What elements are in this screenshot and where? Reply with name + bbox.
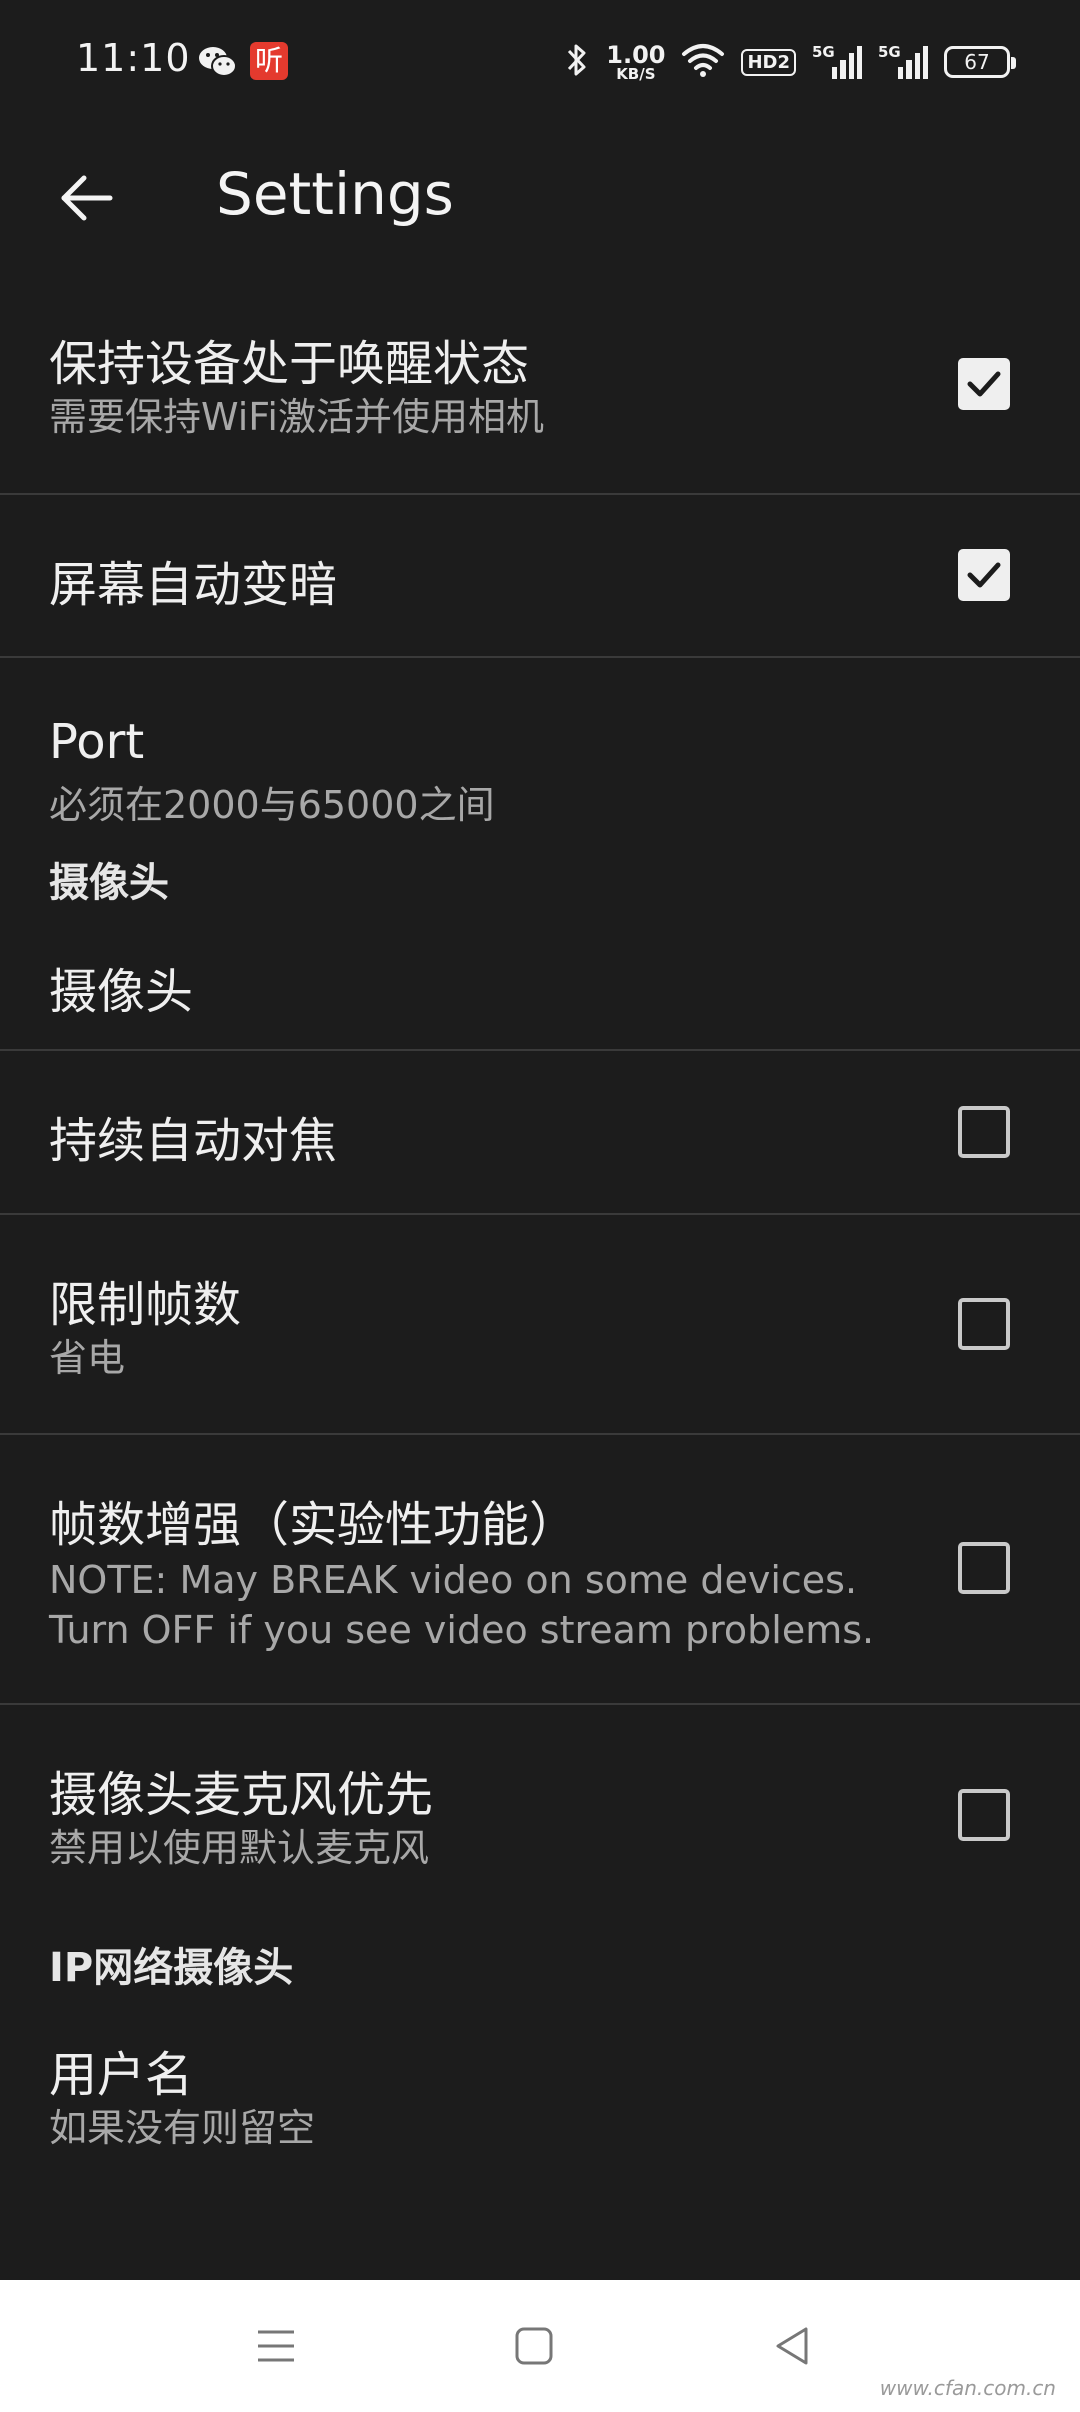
continuous-focus-checkbox[interactable] <box>958 1106 1010 1158</box>
status-bar: 11:10 听 1.00 KB/S HD2 5G 5G 67 <box>0 0 1080 122</box>
net-speed-value: 1.00 <box>606 40 666 69</box>
setting-title: 摄像头 <box>49 964 194 1020</box>
setting-summary-line1: NOTE: May BREAK video on some devices. <box>49 1558 858 1602</box>
home-square-icon <box>515 2327 553 2365</box>
setting-summary-line2: Turn OFF if you see video stream problem… <box>49 1608 875 1652</box>
setting-fps-boost[interactable]: 帧数增强（实验性功能） NOTE: May BREAK video on som… <box>0 1435 1080 1705</box>
app-bar: Settings <box>0 122 1080 274</box>
setting-limit-fps[interactable]: 限制帧数 省电 <box>0 1215 1080 1435</box>
keep-awake-checkbox[interactable] <box>958 358 1010 410</box>
setting-title: 保持设备处于唤醒状态 <box>49 336 530 392</box>
navigation-bar: www.cfan.com.cn <box>0 2280 1080 2412</box>
home-button[interactable] <box>498 2310 570 2382</box>
setting-title: 摄像头麦克风优先 <box>49 1767 434 1823</box>
wechat-icon <box>198 44 238 80</box>
setting-camera[interactable]: 摄像头 <box>0 922 1080 1051</box>
battery-icon: 67 <box>944 46 1016 78</box>
setting-title: 屏幕自动变暗 <box>49 557 338 613</box>
arrow-left-icon <box>61 175 113 221</box>
menu-icon <box>258 2330 294 2362</box>
hd-voice-badge: HD2 <box>741 48 796 76</box>
bluetooth-icon <box>564 41 590 83</box>
settings-list: 保持设备处于唤醒状态 需要保持WiFi激活并使用相机 屏幕自动变暗 Port 必… <box>0 274 1080 2209</box>
back-triangle-icon <box>776 2327 808 2365</box>
setting-keep-awake[interactable]: 保持设备处于唤醒状态 需要保持WiFi激活并使用相机 <box>0 274 1080 495</box>
fps-boost-checkbox[interactable] <box>958 1542 1010 1594</box>
setting-continuous-focus[interactable]: 持续自动对焦 <box>0 1051 1080 1215</box>
setting-title: 持续自动对焦 <box>49 1113 338 1169</box>
setting-camera-mic[interactable]: 摄像头麦克风优先 禁用以使用默认麦克风 <box>0 1705 1080 1925</box>
setting-title: 帧数增强（实验性功能） <box>49 1497 578 1553</box>
watermark: www.cfan.com.cn <box>879 2376 1056 2400</box>
auto-dim-checkbox[interactable] <box>958 549 1010 601</box>
net-speed: 1.00 KB/S <box>606 43 665 82</box>
setting-summary: 需要保持WiFi激活并使用相机 <box>49 395 544 439</box>
setting-port[interactable]: Port 必须在2000与65000之间 <box>0 658 1080 838</box>
setting-title: 用户名 <box>49 2047 194 2103</box>
wifi-icon <box>681 42 725 82</box>
limit-fps-checkbox[interactable] <box>958 1298 1010 1350</box>
setting-summary: 如果没有则留空 <box>49 2106 316 2150</box>
recent-apps-button[interactable] <box>240 2310 312 2382</box>
setting-summary: 禁用以使用默认麦克风 <box>49 1826 430 1870</box>
setting-username[interactable]: 用户名 如果没有则留空 <box>0 2009 1080 2209</box>
camera-mic-checkbox[interactable] <box>958 1789 1010 1841</box>
check-icon <box>967 562 1001 588</box>
section-title: IP网络摄像头 <box>49 1945 294 1991</box>
signal-icon-sim1: 5G <box>812 43 863 79</box>
net-speed-unit: KB/S <box>616 64 656 83</box>
setting-auto-dim[interactable]: 屏幕自动变暗 <box>0 495 1080 658</box>
section-title: 摄像头 <box>49 860 169 906</box>
setting-summary: 必须在2000与65000之间 <box>49 783 495 827</box>
setting-title: Port <box>49 714 145 770</box>
screen: 11:10 听 1.00 KB/S HD2 5G 5G 67 Settings … <box>0 0 1080 2412</box>
setting-title: 限制帧数 <box>49 1277 242 1333</box>
section-header-ip-webcam: IP网络摄像头 <box>0 1925 1080 2009</box>
status-time: 11:10 <box>76 36 191 80</box>
back-nav-button[interactable] <box>756 2310 828 2382</box>
listen-app-icon: 听 <box>250 42 288 80</box>
sim2-label: 5G <box>878 43 901 61</box>
back-button[interactable] <box>50 162 122 234</box>
signal-icon-sim2: 5G <box>878 43 929 79</box>
section-header-camera: 摄像头 <box>0 838 1080 922</box>
page-title: Settings <box>216 160 454 228</box>
check-icon <box>967 371 1001 397</box>
setting-summary: 省电 <box>49 1336 126 1380</box>
status-right-group: 1.00 KB/S HD2 5G 5G 67 <box>564 38 1016 86</box>
sim1-label: 5G <box>812 43 835 61</box>
